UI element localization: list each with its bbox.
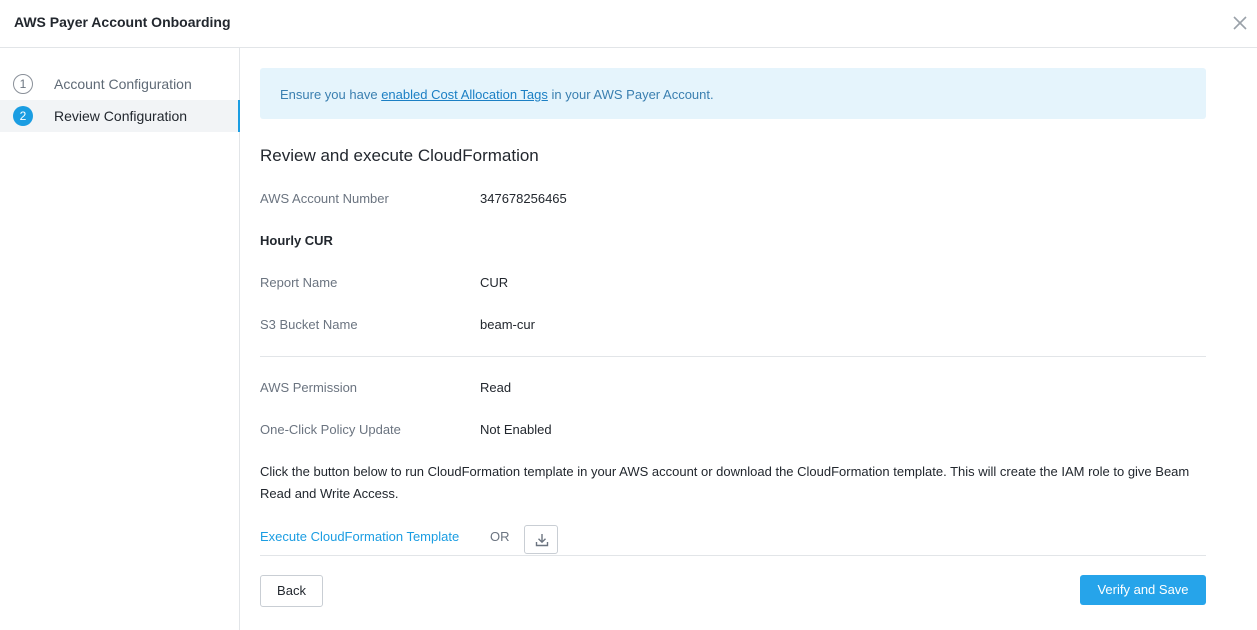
bucket-name-label: S3 Bucket Name bbox=[260, 317, 358, 332]
cost-allocation-tags-link[interactable]: enabled Cost Allocation Tags bbox=[381, 87, 548, 102]
banner-text-before: Ensure you have bbox=[280, 87, 382, 102]
policy-update-value: Not Enabled bbox=[480, 422, 552, 437]
step-label: Account Configuration bbox=[54, 76, 192, 92]
step-number: 2 bbox=[13, 106, 33, 126]
step-account-configuration[interactable]: 1 Account Configuration bbox=[0, 68, 240, 100]
or-separator: OR bbox=[490, 529, 510, 544]
step-label: Review Configuration bbox=[54, 108, 188, 124]
report-name-label: Report Name bbox=[260, 275, 338, 290]
info-banner: Ensure you have enabled Cost Allocation … bbox=[260, 68, 1206, 119]
close-button[interactable] bbox=[1229, 12, 1251, 34]
account-number-value: 347678256465 bbox=[480, 191, 567, 206]
download-template-button[interactable] bbox=[524, 525, 558, 554]
modal-header: AWS Payer Account Onboarding bbox=[0, 0, 1257, 48]
modal-title: AWS Payer Account Onboarding bbox=[14, 14, 231, 30]
aws-permission-value: Read bbox=[480, 380, 512, 395]
back-button[interactable]: Back bbox=[260, 575, 323, 607]
step-review-configuration[interactable]: 2 Review Configuration bbox=[0, 100, 240, 132]
wizard-steps-sidebar: 1 Account Configuration 2 Review Configu… bbox=[0, 48, 240, 630]
report-name-value: CUR bbox=[480, 275, 509, 290]
footer-divider bbox=[260, 555, 1206, 556]
divider bbox=[260, 356, 1206, 357]
download-icon bbox=[535, 534, 549, 547]
policy-update-label: One-Click Policy Update bbox=[260, 422, 401, 437]
hourly-cur-heading: Hourly CUR bbox=[260, 233, 333, 248]
step-number: 1 bbox=[13, 74, 33, 94]
aws-permission-label: AWS Permission bbox=[260, 380, 358, 395]
execute-cloudformation-link[interactable]: Execute CloudFormation Template bbox=[260, 529, 459, 544]
cloudformation-description: Click the button below to run CloudForma… bbox=[260, 464, 1190, 501]
banner-text-after: in your AWS Payer Account. bbox=[547, 87, 714, 102]
account-number-label: AWS Account Number bbox=[260, 191, 389, 206]
banner-text: Ensure you have enabled Cost Allocation … bbox=[280, 87, 714, 102]
verify-and-save-button[interactable]: Verify and Save bbox=[1080, 575, 1206, 605]
section-title: Review and execute CloudFormation bbox=[260, 146, 539, 165]
bucket-name-value: beam-cur bbox=[480, 317, 535, 332]
close-icon bbox=[1233, 16, 1247, 30]
